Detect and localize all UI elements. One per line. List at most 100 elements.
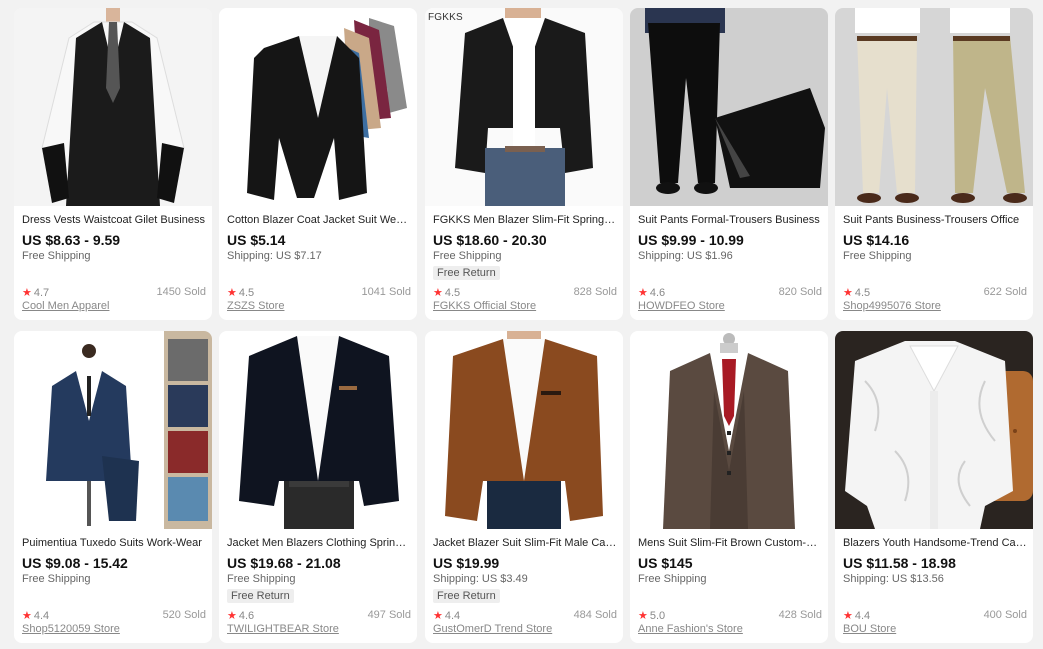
- product-image[interactable]: [630, 8, 828, 206]
- rating-row: ★ 4.5 622 Sold: [843, 286, 1027, 300]
- store-link[interactable]: Anne Fashion's Store: [638, 623, 743, 635]
- sold-count: 622 Sold: [983, 286, 1027, 298]
- product-card[interactable]: FGKKS FGKKS Men Blazer Slim-Fit Spring-A…: [425, 8, 623, 320]
- velvet-blazer-illustration: [219, 331, 417, 529]
- sold-count: 820 Sold: [778, 286, 822, 298]
- sold-count: 484 Sold: [573, 609, 617, 621]
- rating-value: 4.7: [33, 287, 50, 299]
- rating-row: ★ 4.5 828 Sold: [433, 286, 617, 300]
- shipping-info: Shipping: US $7.17: [227, 250, 322, 262]
- shipping-info: Shipping: US $3.49: [433, 573, 528, 585]
- shipping-info: Shipping: US $1.96: [638, 250, 733, 262]
- store-link[interactable]: Shop4995076 Store: [843, 300, 941, 312]
- sold-count: 520 Sold: [162, 609, 206, 621]
- store-link[interactable]: Shop5120059 Store: [22, 623, 120, 635]
- product-price: US $8.63 - 9.59: [22, 232, 121, 248]
- store-link[interactable]: GustOmerD Trend Store: [433, 623, 552, 635]
- product-image[interactable]: [14, 331, 212, 529]
- product-title[interactable]: Mens Suit Slim-Fit Brown Custom-Made: [638, 537, 822, 549]
- blazer-jeans-illustration: [425, 8, 623, 206]
- product-image[interactable]: FGKKS: [425, 8, 623, 206]
- rating-row: ★ 4.4 520 Sold: [22, 609, 206, 623]
- rating-value: 4.5: [854, 287, 871, 299]
- product-price: US $18.60 - 20.30: [433, 232, 547, 248]
- star-icon: ★: [843, 287, 853, 299]
- product-price: US $5.14: [227, 232, 286, 248]
- product-image[interactable]: [835, 331, 1033, 529]
- sold-count: 497 Sold: [367, 609, 411, 621]
- rating-value: 4.5: [238, 287, 255, 299]
- product-title[interactable]: Jacket Blazer Suit Slim-Fit Male Casual: [433, 537, 617, 549]
- product-image[interactable]: [219, 8, 417, 206]
- product-title[interactable]: Suit Pants Business-Trousers Office: [843, 214, 1027, 226]
- product-card[interactable]: Dress Vests Waistcoat Gilet Business US …: [14, 8, 212, 320]
- store-link[interactable]: FGKKS Official Store: [433, 300, 536, 312]
- product-title[interactable]: Cotton Blazer Coat Jacket Suit Wedding: [227, 214, 411, 226]
- rating-row: ★ 4.6 497 Sold: [227, 609, 411, 623]
- free-return-badge: Free Return: [227, 589, 294, 603]
- sold-count: 828 Sold: [573, 286, 617, 298]
- product-price: US $9.99 - 10.99: [638, 232, 744, 248]
- product-card[interactable]: Jacket Blazer Suit Slim-Fit Male Casual …: [425, 331, 623, 643]
- shipping-info: Free Shipping: [22, 250, 91, 262]
- store-link[interactable]: BOU Store: [843, 623, 896, 635]
- shipping-info: Free Shipping: [843, 250, 912, 262]
- star-icon: ★: [22, 287, 32, 299]
- rating-value: 4.6: [649, 287, 666, 299]
- product-grid: Dress Vests Waistcoat Gilet Business US …: [0, 0, 1043, 649]
- product-image[interactable]: [14, 8, 212, 206]
- product-title[interactable]: FGKKS Men Blazer Slim-Fit Spring-Autumn: [433, 214, 617, 226]
- product-price: US $19.99: [433, 555, 500, 571]
- star-icon: ★: [638, 610, 648, 622]
- product-card[interactable]: Suit Pants Formal-Trousers Business US $…: [630, 8, 828, 320]
- shipping-info: Free Shipping: [227, 573, 296, 585]
- product-image[interactable]: [835, 8, 1033, 206]
- product-title[interactable]: Blazers Youth Handsome-Trend Casual: [843, 537, 1027, 549]
- star-icon: ★: [22, 610, 32, 622]
- store-link[interactable]: HOWDFEO Store: [638, 300, 725, 312]
- product-title[interactable]: Jacket Men Blazers Clothing Spring-Autum…: [227, 537, 411, 549]
- brown-blazer-illustration: [425, 331, 623, 529]
- tuxedo-illustration: [14, 331, 212, 529]
- product-card[interactable]: Suit Pants Business-Trousers Office US $…: [835, 8, 1033, 320]
- store-link[interactable]: ZSZS Store: [227, 300, 284, 312]
- rating-row: ★ 4.4 484 Sold: [433, 609, 617, 623]
- product-price: US $11.58 - 18.98: [843, 555, 956, 571]
- product-price: US $9.08 - 15.42: [22, 555, 128, 571]
- product-image[interactable]: [630, 331, 828, 529]
- product-card[interactable]: Mens Suit Slim-Fit Brown Custom-Made US …: [630, 331, 828, 643]
- rating-value: 4.5: [444, 287, 461, 299]
- star-icon: ★: [433, 287, 443, 299]
- product-title[interactable]: Suit Pants Formal-Trousers Business: [638, 214, 822, 226]
- shipping-info: Free Shipping: [638, 573, 707, 585]
- product-image[interactable]: [425, 331, 623, 529]
- product-card[interactable]: Puimentiua Tuxedo Suits Work-Wear US $9.…: [14, 331, 212, 643]
- product-card[interactable]: Blazers Youth Handsome-Trend Casual US $…: [835, 331, 1033, 643]
- star-icon: ★: [843, 610, 853, 622]
- sold-count: 428 Sold: [778, 609, 822, 621]
- product-title[interactable]: Dress Vests Waistcoat Gilet Business: [22, 214, 206, 226]
- blazers-illustration: [219, 8, 417, 206]
- brand-watermark: FGKKS: [428, 12, 463, 23]
- star-icon: ★: [227, 287, 237, 299]
- khaki-trousers-illustration: [835, 8, 1033, 206]
- store-link[interactable]: TWILIGHTBEAR Store: [227, 623, 339, 635]
- three-piece-suit-illustration: [630, 331, 828, 529]
- product-price: US $145: [638, 555, 693, 571]
- rating-value: 4.4: [444, 610, 461, 622]
- sold-count: 1450 Sold: [156, 286, 206, 298]
- shipping-info: Shipping: US $13.56: [843, 573, 944, 585]
- sold-count: 1041 Sold: [361, 286, 411, 298]
- product-card[interactable]: Cotton Blazer Coat Jacket Suit Wedding U…: [219, 8, 417, 320]
- product-title[interactable]: Puimentiua Tuxedo Suits Work-Wear: [22, 537, 206, 549]
- product-image[interactable]: [219, 331, 417, 529]
- free-return-badge: Free Return: [433, 589, 500, 603]
- star-icon: ★: [227, 610, 237, 622]
- store-link[interactable]: Cool Men Apparel: [22, 300, 109, 312]
- rating-value: 4.4: [33, 610, 50, 622]
- product-card[interactable]: Jacket Men Blazers Clothing Spring-Autum…: [219, 331, 417, 643]
- star-icon: ★: [638, 287, 648, 299]
- free-return-badge: Free Return: [433, 266, 500, 280]
- rating-row: ★ 4.7 1450 Sold: [22, 286, 206, 300]
- rating-value: 4.6: [238, 610, 255, 622]
